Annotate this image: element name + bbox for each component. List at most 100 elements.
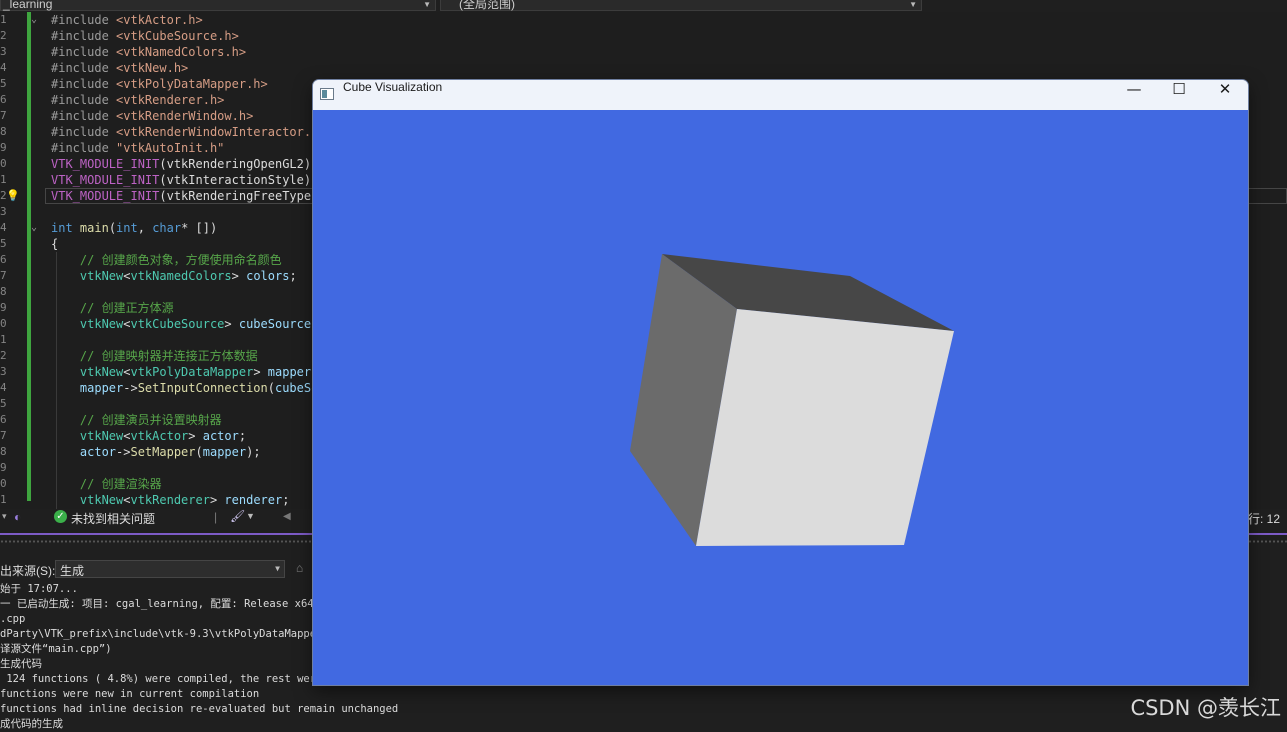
window-title: Cube Visualization bbox=[343, 80, 443, 94]
chevron-down-icon[interactable]: ▼ bbox=[246, 511, 255, 521]
line-number: 8 bbox=[0, 445, 7, 458]
code-token: (vtkRenderingFreeType) bbox=[159, 189, 319, 203]
line-number: 0 bbox=[0, 157, 7, 170]
code-token: { bbox=[51, 237, 59, 251]
code-token: // 创建颜色对象，方便使用命名颜色 bbox=[51, 253, 282, 267]
line-number: 1 bbox=[0, 173, 7, 186]
code-line[interactable]: #include <vtkCubeSource.h> bbox=[51, 28, 239, 44]
output-line: dParty\VTK_prefix\include\vtk-9.3\vtkPol… bbox=[0, 628, 336, 640]
project-dropdown-value: _learning bbox=[3, 0, 53, 11]
line-number: 6 bbox=[0, 93, 7, 106]
code-token: mapper bbox=[51, 381, 124, 395]
code-token: -> bbox=[123, 381, 138, 395]
output-line: 生成代码 bbox=[0, 658, 42, 670]
lightbulb-icon[interactable]: 💡 bbox=[6, 188, 20, 204]
output-line: 始于 17:07... bbox=[0, 583, 78, 595]
code-line[interactable]: VTK_MODULE_INIT(vtkRenderingFreeType) bbox=[51, 188, 318, 204]
render-viewport[interactable] bbox=[313, 110, 1248, 685]
code-token: SetInputConnection bbox=[137, 381, 268, 395]
code-token: int bbox=[51, 221, 80, 235]
code-token: ; bbox=[289, 269, 297, 283]
code-token: // 创建渲染器 bbox=[51, 477, 162, 491]
code-line[interactable]: actor->SetMapper(mapper); bbox=[51, 444, 261, 460]
code-line[interactable]: vtkNew<vtkRenderer> renderer; bbox=[51, 492, 290, 508]
cube-visualization-window[interactable]: Cube Visualization — ☐ ✕ bbox=[313, 80, 1248, 685]
code-token: (vtkInteractionStyle) bbox=[159, 173, 312, 187]
chevron-down-icon: ▼ bbox=[275, 564, 280, 573]
output-line: 一 已启动生成: 项目: cgal_learning, 配置: Release … bbox=[0, 598, 314, 610]
line-number: 1 bbox=[0, 13, 7, 26]
code-token: vtkNew bbox=[51, 365, 124, 379]
code-line[interactable]: // 创建渲染器 bbox=[51, 476, 162, 492]
line-number: 0 bbox=[0, 317, 7, 330]
chevron-down-icon: ▼ bbox=[423, 0, 431, 9]
code-line[interactable]: vtkNew<vtkPolyDataMapper> mapper; bbox=[51, 364, 318, 380]
scroll-left-icon[interactable]: ◀ bbox=[283, 511, 291, 522]
code-token: #include bbox=[51, 93, 117, 107]
code-line[interactable]: #include <vtkRenderWindowInteractor.h> bbox=[51, 124, 326, 140]
code-line[interactable]: #include <vtkRenderWindow.h> bbox=[51, 108, 253, 124]
code-line[interactable]: { bbox=[51, 236, 58, 252]
watermark: CSDN @羡长江 bbox=[1130, 696, 1281, 720]
brush-icon[interactable]: 🖌 bbox=[230, 509, 245, 523]
top-toolbar: _learning ▼ (全局范围) ▼ bbox=[0, 0, 1287, 12]
code-token: #include bbox=[51, 45, 117, 59]
code-token: #include bbox=[51, 77, 117, 91]
code-token: <vtkRenderWindow.h> bbox=[116, 109, 254, 123]
fold-chevron-icon[interactable]: ⌄ bbox=[31, 220, 37, 236]
code-token: VTK_MODULE_INIT bbox=[51, 157, 160, 171]
code-line[interactable]: int main(int, char* []) bbox=[51, 220, 217, 236]
maximize-button[interactable]: ☐ bbox=[1156, 80, 1202, 110]
minimize-button[interactable]: — bbox=[1111, 80, 1157, 110]
code-token: <vtkNew.h> bbox=[116, 61, 189, 75]
code-line[interactable]: #include <vtkNew.h> bbox=[51, 60, 188, 76]
code-token: <vtkCubeSource.h> bbox=[116, 29, 239, 43]
code-line[interactable]: vtkNew<vtkNamedColors> colors; bbox=[51, 268, 297, 284]
code-line[interactable]: VTK_MODULE_INIT(vtkInteractionStyle) bbox=[51, 172, 311, 188]
code-token: actor bbox=[51, 445, 117, 459]
clear-output-icon[interactable]: ⌂ bbox=[296, 561, 303, 575]
code-line[interactable]: vtkNew<vtkCubeSource> cubeSource; bbox=[51, 316, 318, 332]
project-dropdown[interactable]: _learning ▼ bbox=[0, 0, 436, 11]
zoom-dropdown-icon[interactable]: ▾ bbox=[2, 511, 7, 522]
code-line[interactable]: mapper->SetInputConnection(cubeSou bbox=[51, 380, 326, 396]
cube-render bbox=[630, 254, 954, 546]
code-line[interactable]: // 创建映射器并连接正方体数据 bbox=[51, 348, 258, 364]
code-line[interactable]: #include <vtkPolyDataMapper.h> bbox=[51, 76, 268, 92]
code-line[interactable]: #include <vtkRenderer.h> bbox=[51, 92, 224, 108]
close-button[interactable]: ✕ bbox=[1202, 80, 1248, 110]
fold-chevron-icon[interactable]: ⌄ bbox=[31, 12, 37, 28]
line-number: 4 bbox=[0, 221, 7, 234]
code-token: colors bbox=[246, 269, 290, 283]
code-token: <vtkActor.h> bbox=[116, 13, 203, 27]
code-line[interactable]: // 创建演员并设置映射器 bbox=[51, 412, 222, 428]
code-token: vtkNew bbox=[51, 269, 124, 283]
code-line[interactable]: #include <vtkActor.h> bbox=[51, 12, 203, 28]
scope-dropdown[interactable]: (全局范围) ▼ bbox=[440, 0, 922, 11]
output-line: functions had inline decision re-evaluat… bbox=[0, 703, 399, 715]
line-number: 7 bbox=[0, 109, 7, 122]
code-token: SetMapper bbox=[130, 445, 196, 459]
code-line[interactable]: #include <vtkNamedColors.h> bbox=[51, 44, 246, 60]
line-number: 8 bbox=[0, 285, 7, 298]
code-line[interactable]: // 创建颜色对象，方便使用命名颜色 bbox=[51, 252, 282, 268]
app-icon bbox=[320, 88, 334, 100]
scope-dropdown-value: (全局范围) bbox=[459, 0, 515, 11]
line-number: 3 bbox=[0, 365, 7, 378]
code-line[interactable]: VTK_MODULE_INIT(vtkRenderingOpenGL2) bbox=[51, 156, 311, 172]
code-token: <vtkRenderWindowInteractor.h> bbox=[116, 125, 326, 139]
code-token: ( bbox=[195, 445, 203, 459]
code-line[interactable]: #include "vtkAutoInit.h" bbox=[51, 140, 224, 156]
code-token: (vtkRenderingOpenGL2) bbox=[159, 157, 312, 171]
copilot-icon[interactable]: ◐ bbox=[14, 510, 21, 524]
code-line[interactable]: // 创建正方体源 bbox=[51, 300, 174, 316]
code-token: ( bbox=[108, 221, 117, 235]
window-titlebar[interactable]: Cube Visualization — ☐ ✕ bbox=[313, 80, 1248, 110]
code-token: > bbox=[188, 429, 203, 443]
code-line[interactable]: vtkNew<vtkActor> actor; bbox=[51, 428, 246, 444]
separator: | bbox=[214, 510, 218, 524]
code-token: char bbox=[152, 221, 182, 235]
code-token: "vtkAutoInit.h" bbox=[116, 141, 225, 155]
output-source-dropdown[interactable]: 生成 ▼ bbox=[55, 560, 285, 578]
issues-status[interactable]: 未找到相关问题 bbox=[71, 510, 155, 527]
